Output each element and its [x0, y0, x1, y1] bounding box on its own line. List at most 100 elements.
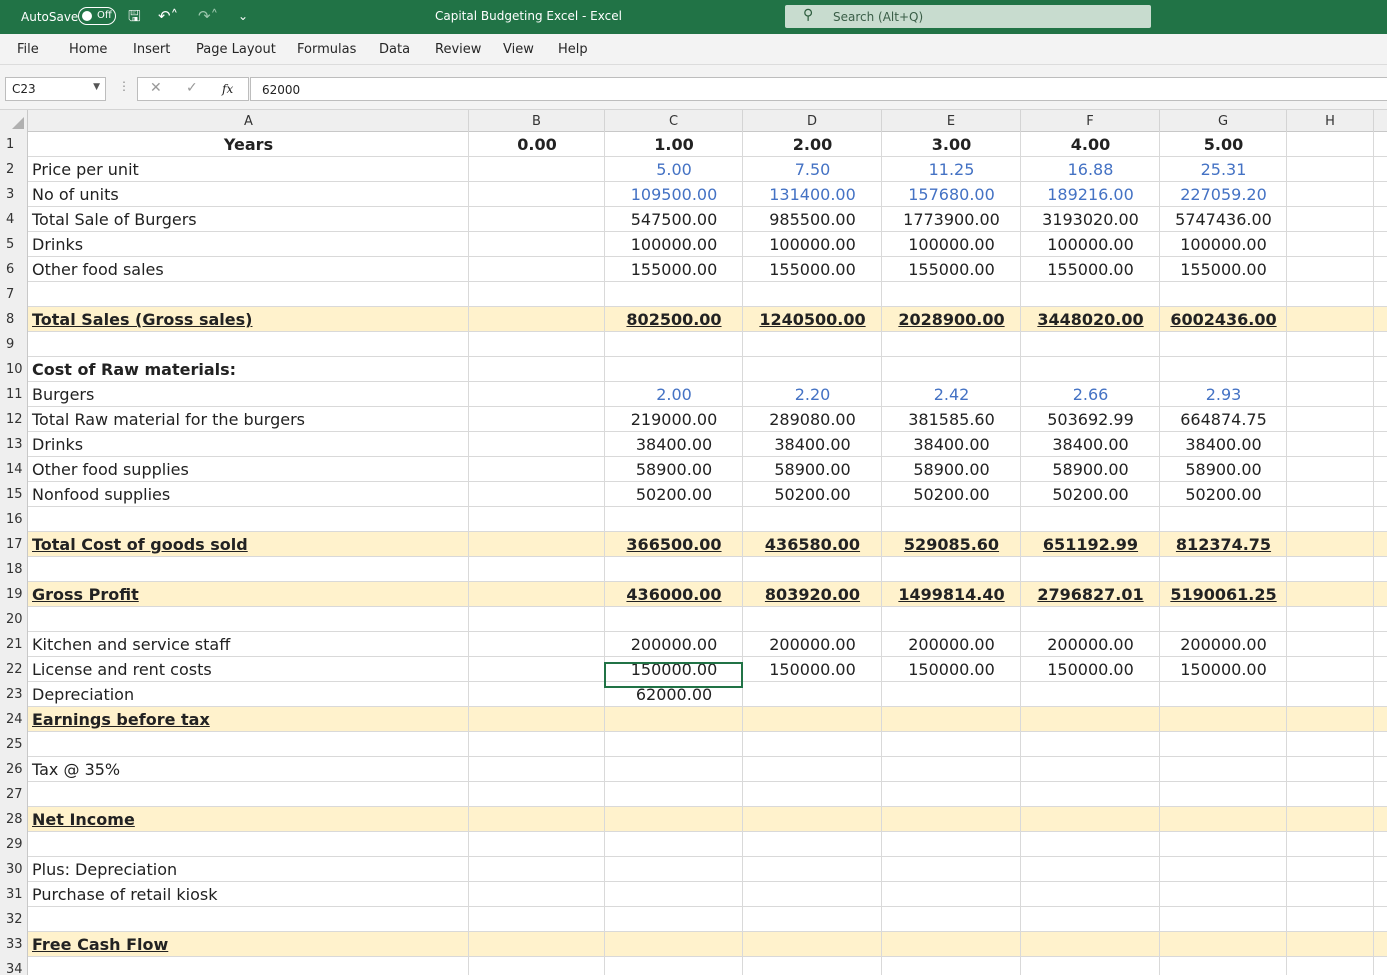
cell-a26[interactable]: Tax @ 35%	[32, 757, 120, 782]
cell-f14[interactable]: 58900.00	[1021, 457, 1160, 482]
save-icon[interactable]: 🖫	[128, 6, 141, 26]
column-header-c[interactable]: C	[605, 110, 743, 132]
search-box[interactable]: ⚲ Search (Alt+Q)	[785, 5, 1151, 28]
row-header[interactable]: 20	[0, 607, 28, 632]
column-header-d[interactable]: D	[743, 110, 882, 132]
cell-e3[interactable]: 157680.00	[882, 182, 1021, 207]
column-header-g[interactable]: G	[1160, 110, 1287, 132]
row-header[interactable]: 15	[0, 482, 28, 507]
cell-d14[interactable]: 58900.00	[743, 457, 882, 482]
row-header[interactable]: 26	[0, 757, 28, 782]
cell-g3[interactable]: 227059.20	[1160, 182, 1287, 207]
cell-d8[interactable]: 1240500.00	[743, 307, 882, 332]
cell-g8[interactable]: 6002436.00	[1160, 307, 1287, 332]
cell-c11[interactable]: 2.00	[605, 382, 743, 407]
row-header[interactable]: 3	[0, 182, 28, 207]
cell-c5[interactable]: 100000.00	[605, 232, 743, 257]
cell-c21[interactable]: 200000.00	[605, 632, 743, 657]
cell-e17[interactable]: 529085.60	[882, 532, 1021, 557]
row-header[interactable]: 16	[0, 507, 28, 532]
cell-e13[interactable]: 38400.00	[882, 432, 1021, 457]
redo-icon[interactable]: ↷˄	[198, 6, 218, 26]
cell-g21[interactable]: 200000.00	[1160, 632, 1287, 657]
row-header[interactable]: 29	[0, 832, 28, 857]
formula-input[interactable]: 62000	[250, 77, 1387, 101]
cell-c14[interactable]: 58900.00	[605, 457, 743, 482]
cell-a14[interactable]: Other food supplies	[32, 457, 189, 482]
cell-d13[interactable]: 38400.00	[743, 432, 882, 457]
cell-f13[interactable]: 38400.00	[1021, 432, 1160, 457]
row-header[interactable]: 31	[0, 882, 28, 907]
enter-icon[interactable]: ✓	[186, 80, 198, 96]
row-header[interactable]: 5	[0, 232, 28, 257]
cell-d19[interactable]: 803920.00	[743, 582, 882, 607]
cell-a6[interactable]: Other food sales	[32, 257, 164, 282]
cell-e11[interactable]: 2.42	[882, 382, 1021, 407]
cell-a28[interactable]: Net Income	[32, 807, 135, 832]
row-header[interactable]: 8	[0, 307, 28, 332]
row-header[interactable]: 24	[0, 707, 28, 732]
cancel-icon[interactable]: ✕	[150, 80, 162, 96]
cell-g19[interactable]: 5190061.25	[1160, 582, 1287, 607]
cell-f4[interactable]: 3193020.00	[1021, 207, 1160, 232]
chevron-down-icon[interactable]: ▼	[93, 82, 100, 92]
row-header[interactable]: 7	[0, 282, 28, 307]
cell-g4[interactable]: 5747436.00	[1160, 207, 1287, 232]
cell-f15[interactable]: 50200.00	[1021, 482, 1160, 507]
tab-page-layout[interactable]: Page Layout	[196, 42, 276, 57]
column-header-f[interactable]: F	[1021, 110, 1160, 132]
row-header[interactable]: 25	[0, 732, 28, 757]
cell-c19[interactable]: 436000.00	[605, 582, 743, 607]
cell-a21[interactable]: Kitchen and service staff	[32, 632, 230, 657]
cell-g22[interactable]: 150000.00	[1160, 657, 1287, 682]
insert-function-icon[interactable]: fx	[222, 82, 233, 96]
column-header-e[interactable]: E	[882, 110, 1021, 132]
row-header[interactable]: 17	[0, 532, 28, 557]
cell-a23[interactable]: Depreciation	[32, 682, 134, 707]
cell-a33[interactable]: Free Cash Flow	[32, 932, 168, 957]
cell-a30[interactable]: Plus: Depreciation	[32, 857, 177, 882]
cell-e15[interactable]: 50200.00	[882, 482, 1021, 507]
customize-icon[interactable]: ⌄	[238, 6, 248, 26]
cell-e14[interactable]: 58900.00	[882, 457, 1021, 482]
cell-g5[interactable]: 100000.00	[1160, 232, 1287, 257]
cell-g13[interactable]: 38400.00	[1160, 432, 1287, 457]
tab-insert[interactable]: Insert	[133, 42, 170, 57]
select-all-button[interactable]	[0, 110, 28, 132]
cell-e1[interactable]: 3.00	[882, 132, 1021, 157]
row-header[interactable]: 21	[0, 632, 28, 657]
row-header[interactable]: 2	[0, 157, 28, 182]
cell-a22[interactable]: License and rent costs	[32, 657, 212, 682]
row-header[interactable]: 6	[0, 257, 28, 282]
cell-g17[interactable]: 812374.75	[1160, 532, 1287, 557]
row-header[interactable]: 32	[0, 907, 28, 932]
cell-g14[interactable]: 58900.00	[1160, 457, 1287, 482]
tab-data[interactable]: Data	[379, 42, 410, 57]
worksheet-grid[interactable]: A B C D E F G H 1 Years 0.00 1.00 2.00 3.00 4.…	[0, 110, 1387, 975]
cell-c17[interactable]: 366500.00	[605, 532, 743, 557]
cell-a1[interactable]: Years	[29, 132, 468, 157]
row-header[interactable]: 10	[0, 357, 28, 382]
cell-c6[interactable]: 155000.00	[605, 257, 743, 282]
row-header[interactable]: 18	[0, 557, 28, 582]
cell-a19[interactable]: Gross Profit	[32, 582, 139, 607]
cell-e19[interactable]: 1499814.40	[882, 582, 1021, 607]
cell-d5[interactable]: 100000.00	[743, 232, 882, 257]
cell-d11[interactable]: 2.20	[743, 382, 882, 407]
row-header[interactable]: 14	[0, 457, 28, 482]
row-header[interactable]: 22	[0, 657, 28, 682]
cell-f11[interactable]: 2.66	[1021, 382, 1160, 407]
tab-home[interactable]: Home	[69, 42, 107, 57]
row-header[interactable]: 4	[0, 207, 28, 232]
cell-g11[interactable]: 2.93	[1160, 382, 1287, 407]
cell-e2[interactable]: 11.25	[882, 157, 1021, 182]
cell-c4[interactable]: 547500.00	[605, 207, 743, 232]
cell-a24[interactable]: Earnings before tax	[32, 707, 210, 732]
cell-d2[interactable]: 7.50	[743, 157, 882, 182]
row-header[interactable]: 13	[0, 432, 28, 457]
cell-g1[interactable]: 5.00	[1160, 132, 1287, 157]
more-icon[interactable]: ⋮	[118, 79, 130, 93]
cell-c1[interactable]: 1.00	[605, 132, 743, 157]
cell-c3[interactable]: 109500.00	[605, 182, 743, 207]
tab-help[interactable]: Help	[558, 42, 588, 57]
